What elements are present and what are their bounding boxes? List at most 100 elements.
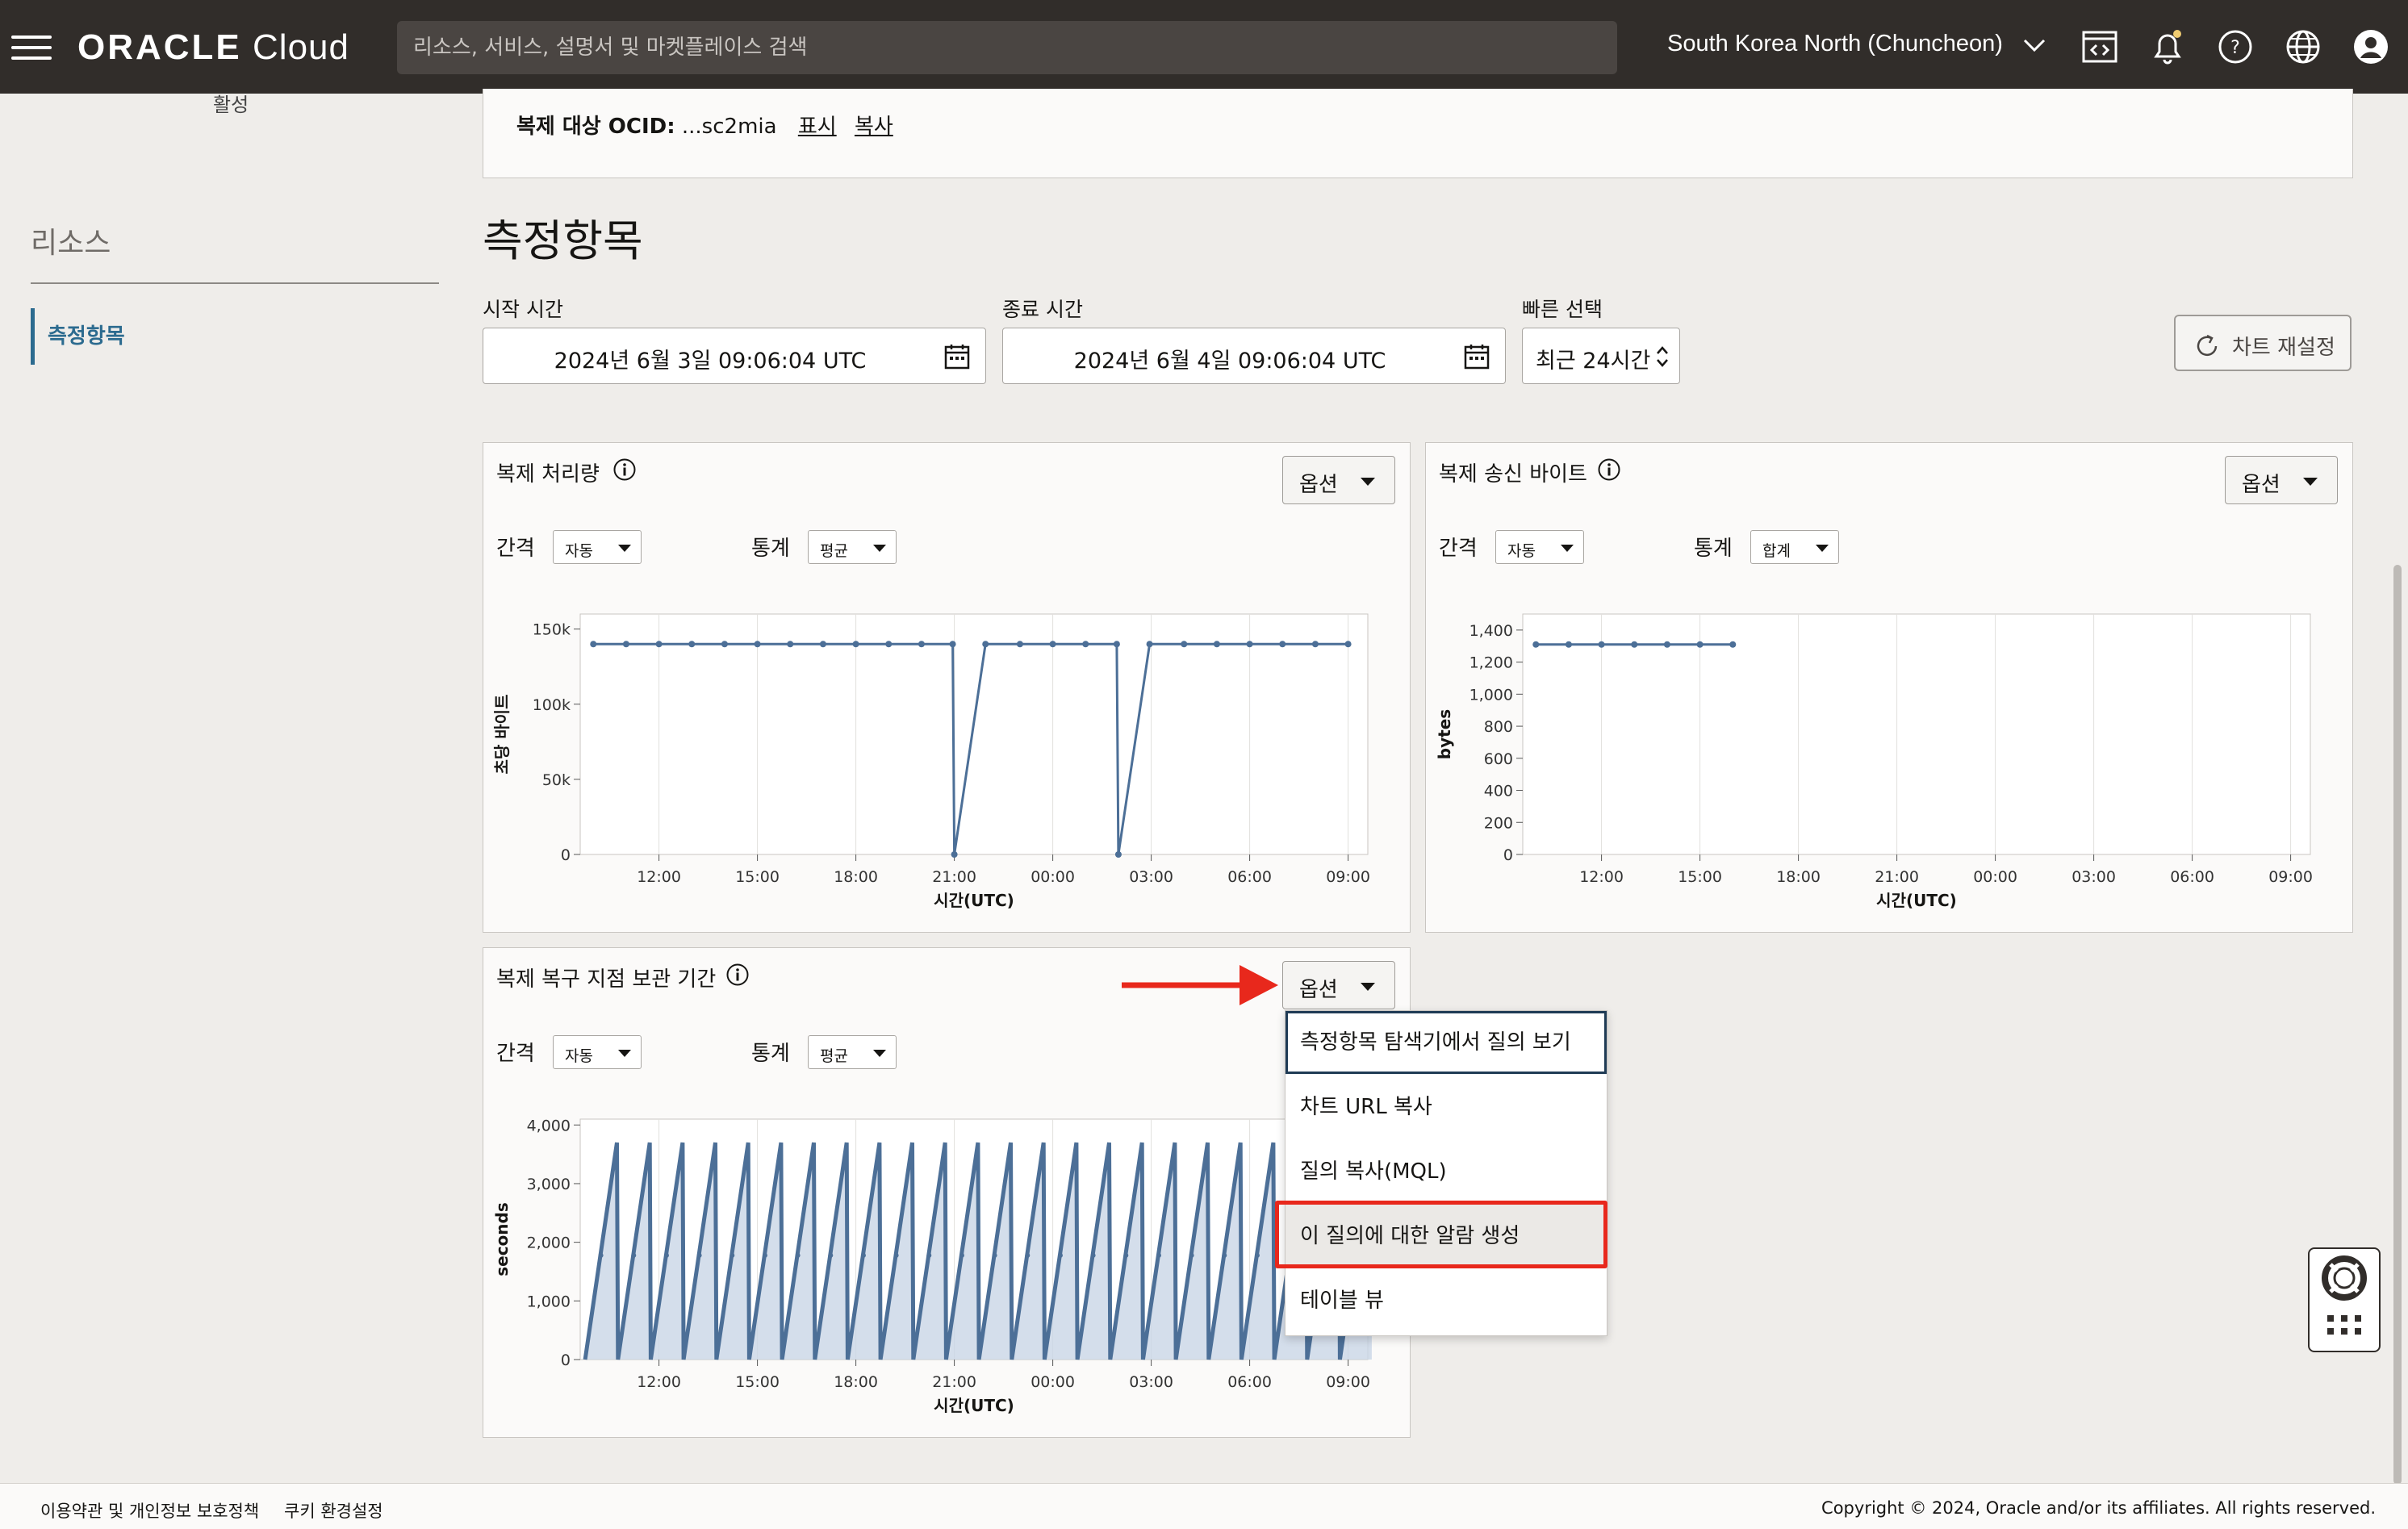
data-point [1246, 641, 1253, 648]
data-point [982, 641, 989, 648]
start-time-field[interactable]: 2024년 6월 3일 09:06:04 UTC [483, 328, 986, 384]
end-time-value: 2024년 6월 4일 09:06:04 UTC [1073, 349, 1386, 374]
x-tick-label: 12:00 [637, 1373, 681, 1391]
data-point [655, 641, 663, 648]
data-point [688, 641, 696, 648]
copy-ocid-link[interactable]: 복사 [855, 115, 893, 139]
x-axis-label: 시간(UTC) [934, 891, 1014, 910]
lifebuoy-icon[interactable] [2310, 1249, 2379, 1305]
start-time-value: 2024년 6월 3일 09:06:04 UTC [554, 349, 867, 374]
y-tick-label: 200 [1484, 814, 1513, 832]
data-point [1057, 1252, 1063, 1258]
x-tick-label: 12:00 [637, 868, 681, 886]
y-tick-label: 0 [561, 1351, 571, 1369]
y-tick-label: 1,200 [1469, 654, 1513, 672]
y-tick-label: 400 [1484, 783, 1513, 800]
terms-link[interactable]: 이용약관 및 개인정보 보호정책 [40, 1498, 259, 1523]
help-icon[interactable]: ? [2216, 27, 2255, 66]
data-point [795, 1252, 801, 1258]
x-tick-label: 09:00 [2268, 868, 2313, 886]
data-point [598, 1252, 604, 1258]
data-point [1565, 641, 1572, 648]
data-point [992, 1252, 997, 1258]
data-point [590, 641, 597, 648]
menu-item-copy-chart-url[interactable]: 차트 URL 복사 [1286, 1076, 1607, 1138]
y-tick-label: 100k [533, 696, 571, 714]
data-point [1146, 641, 1153, 648]
user-icon[interactable] [2352, 27, 2390, 66]
x-tick-label: 09:00 [1326, 1373, 1370, 1391]
oracle-cloud-logo[interactable]: ORACLE Cloud [77, 27, 349, 68]
show-ocid-link[interactable]: 표시 [798, 115, 837, 139]
bytes-sent-line-chart: 12:00 15:00 18:00 21:00 00:00 03:00 06:00 09:00… [1435, 613, 2313, 910]
globe-icon[interactable] [2284, 27, 2322, 66]
chevron-down-icon[interactable] [2022, 37, 2046, 53]
reset-charts-button[interactable]: 차트 재설정 [2174, 315, 2352, 371]
quick-select-label: 빠른 선택 [1522, 298, 1603, 321]
x-tick-label: 03:00 [1129, 1373, 1173, 1391]
data-point [1181, 641, 1188, 648]
data-point [1696, 641, 1704, 648]
x-tick-label: 21:00 [1875, 868, 1919, 886]
x-axis-label: 시간(UTC) [1876, 891, 1957, 910]
calendar-icon[interactable] [943, 343, 971, 370]
y-axis-label: bytes [1435, 709, 1454, 759]
data-point [819, 641, 826, 648]
data-point [1090, 1252, 1096, 1258]
end-time-field[interactable]: 2024년 6월 4일 09:06:04 UTC [1002, 328, 1506, 384]
data-point [1222, 1252, 1227, 1258]
data-point [1344, 641, 1352, 648]
data-point [1016, 641, 1023, 648]
data-point [885, 641, 893, 648]
quick-select[interactable]: 최근 24시간 [1522, 328, 1680, 384]
data-point [1279, 641, 1286, 648]
reset-charts-label: 차트 재설정 [2232, 336, 2335, 360]
x-axis-label: 시간(UTC) [934, 1396, 1014, 1415]
annotation-arrow [1122, 965, 1278, 1005]
x-tick-label: 18:00 [834, 868, 878, 886]
y-tick-label: 50k [542, 771, 571, 789]
retention-area-chart: 12:00 15:00 18:00 21:00 00:00 03:00 06:00 09:00… [492, 1117, 1374, 1415]
x-tick-label: 15:00 [1678, 868, 1722, 886]
menu-item-table-view[interactable]: 테이블 뷰 [1286, 1269, 1607, 1332]
ocid-value: ...sc2mia [681, 115, 777, 139]
data-point [631, 1252, 637, 1258]
data-point [1156, 1252, 1161, 1258]
x-tick-label: 18:00 [834, 1373, 878, 1391]
menu-item-copy-query-mql[interactable]: 질의 복사(MQL) [1286, 1140, 1607, 1203]
y-tick-label: 600 [1484, 750, 1513, 768]
ocid-label: 복제 대상 OCID: [516, 115, 675, 139]
y-tick-label: 800 [1484, 718, 1513, 736]
data-point [1532, 641, 1540, 648]
data-point [730, 1252, 735, 1258]
menu-item-view-query-in-explorer[interactable]: 측정항목 탐색기에서 질의 보기 [1286, 1011, 1607, 1074]
search-input[interactable] [397, 21, 1617, 74]
data-point [1729, 641, 1737, 648]
chart-card-replication-bytes-sent: 복제 송신 바이트 옵션 간격 자동 통계 합계 12:00 15:00 18:00… [1425, 442, 2353, 933]
svg-text:?: ? [2230, 38, 2240, 58]
global-search[interactable] [397, 21, 1617, 74]
data-point [754, 641, 761, 648]
code-editor-icon[interactable] [2080, 27, 2119, 66]
data-point [762, 1252, 767, 1258]
page-scrollbar[interactable] [2393, 565, 2402, 1485]
data-point [696, 1252, 702, 1258]
help-widget[interactable] [2308, 1247, 2381, 1352]
region-selector[interactable]: South Korea North (Chuncheon) [1667, 31, 2003, 57]
y-axis-label: seconds [492, 1202, 512, 1276]
page-title: 측정항목 [483, 215, 643, 266]
refresh-icon [2197, 334, 2218, 357]
y-tick-label: 0 [1503, 846, 1513, 864]
x-tick-label: 09:00 [1326, 868, 1370, 886]
calendar-icon[interactable] [1463, 343, 1490, 370]
y-tick-label: 1,000 [527, 1293, 571, 1310]
x-tick-label: 15:00 [735, 1373, 780, 1391]
grid-dots-icon[interactable] [2310, 1309, 2379, 1349]
options-dropdown-menu: 측정항목 탐색기에서 질의 보기 차트 URL 복사 질의 복사(MQL) 이 … [1285, 1010, 1607, 1336]
cookie-preferences-link[interactable]: 쿠키 환경설정 [284, 1498, 383, 1523]
bell-icon[interactable] [2148, 27, 2187, 66]
menu-icon[interactable] [11, 36, 52, 60]
data-point [622, 641, 629, 648]
x-tick-label: 00:00 [1031, 1373, 1075, 1391]
sidebar-item-metrics[interactable]: 측정항목 [31, 308, 125, 365]
